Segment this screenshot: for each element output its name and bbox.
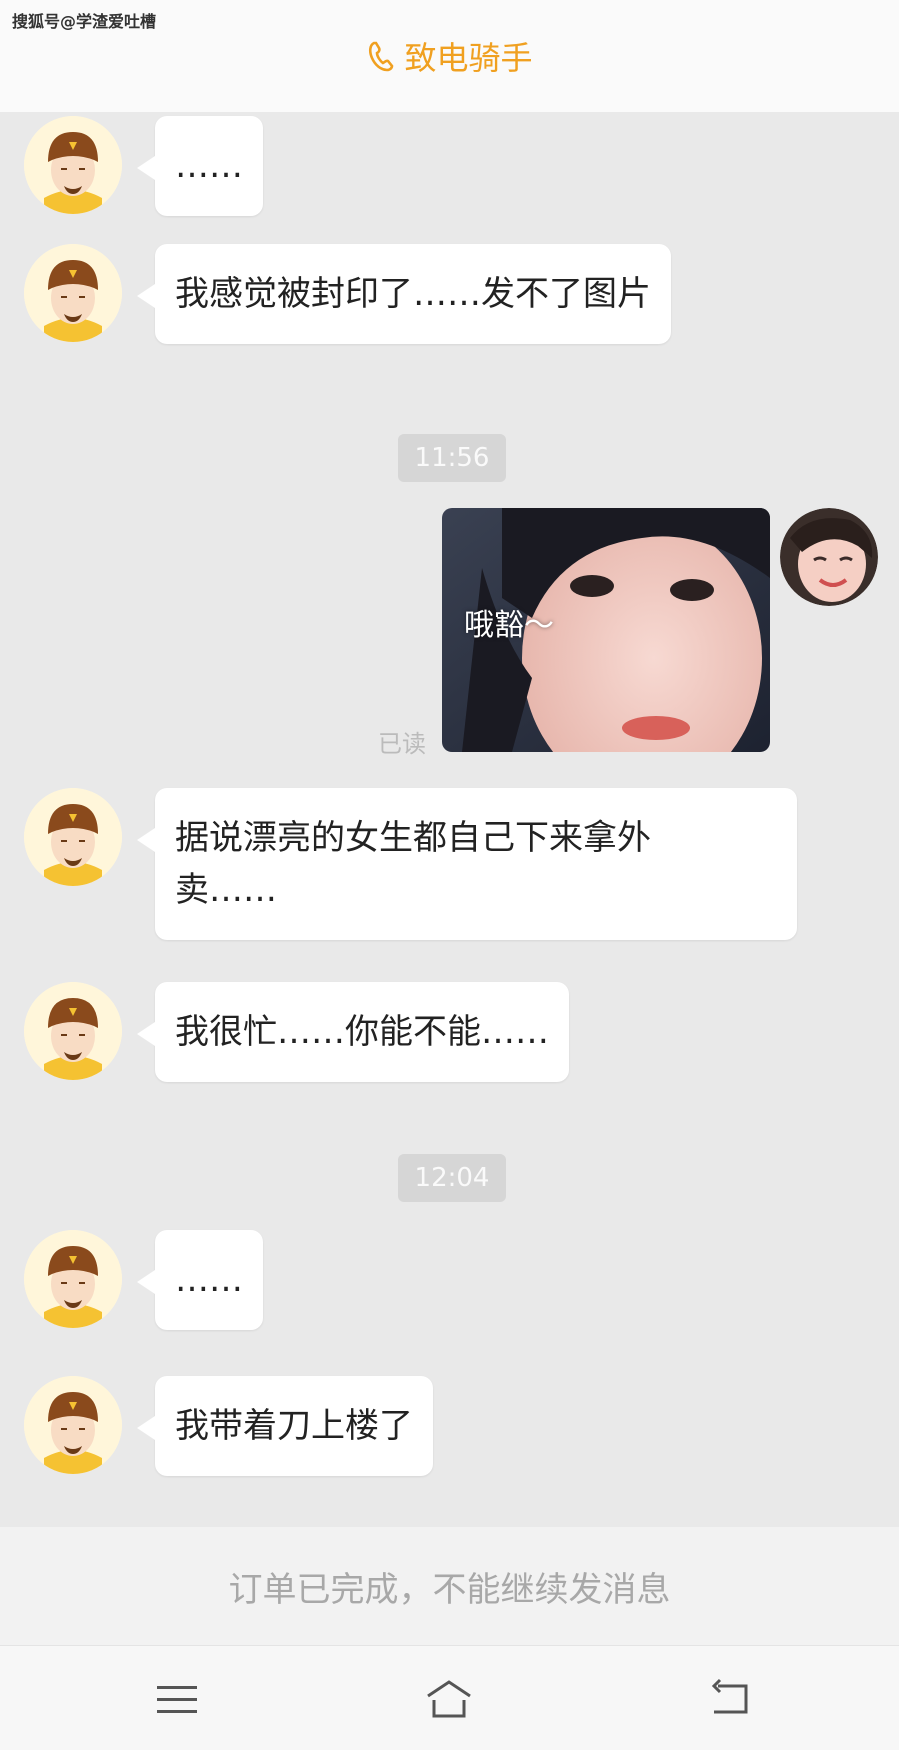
photo-caption: 哦豁～	[464, 608, 554, 643]
timestamp: 12:04	[398, 1154, 506, 1202]
user-face-icon	[780, 508, 878, 606]
message-bubble[interactable]: 我感觉被封印了……发不了图片	[137, 244, 671, 344]
rider-face-icon	[24, 244, 122, 342]
rider-avatar[interactable]	[24, 788, 122, 886]
menu-icon[interactable]	[152, 1674, 202, 1724]
rider-avatar[interactable]	[24, 982, 122, 1080]
message-text: ……	[175, 1260, 243, 1300]
rider-avatar[interactable]	[24, 1376, 122, 1474]
rider-face-icon	[24, 1376, 122, 1474]
order-complete-notice: 订单已完成，不能继续发消息	[0, 1527, 899, 1645]
system-navbar	[0, 1645, 899, 1750]
message-bubble[interactable]: ……	[137, 116, 263, 216]
timestamp: 11:56	[398, 434, 506, 482]
call-rider-button[interactable]: 致电骑手	[366, 33, 533, 79]
rider-avatar[interactable]	[24, 244, 122, 342]
back-icon[interactable]	[704, 1674, 754, 1724]
sent-photo[interactable]: 哦豁～	[442, 508, 770, 752]
message-text: ……	[175, 146, 243, 186]
rider-face-icon	[24, 116, 122, 214]
phone-icon	[369, 41, 394, 72]
read-status: 已读	[378, 730, 426, 758]
message-text: 我带着刀上楼了	[175, 1406, 413, 1446]
rider-avatar[interactable]	[24, 116, 122, 214]
rider-face-icon	[24, 982, 122, 1080]
message-text-line: 卖……	[175, 870, 277, 910]
message-text: 我感觉被封印了……发不了图片	[175, 274, 651, 314]
rider-avatar[interactable]	[24, 1230, 122, 1328]
message-text: 我很忙……你能不能……	[175, 1012, 549, 1052]
message-text-line: 据说漂亮的女生都自己下来拿外	[175, 818, 651, 858]
message-bubble[interactable]: 我带着刀上楼了	[137, 1376, 433, 1476]
message-bubble[interactable]: 据说漂亮的女生都自己下来拿外 卖……	[137, 788, 797, 940]
self-avatar[interactable]	[780, 508, 878, 606]
message-bubble[interactable]: 我很忙……你能不能……	[137, 982, 569, 1082]
chat-area[interactable]: …… 我感觉被封印了……发不了图片 11:56 哦豁～ 已读 据说漂亮的女生都自…	[0, 112, 899, 1527]
home-icon[interactable]	[424, 1674, 474, 1724]
rider-face-icon	[24, 1230, 122, 1328]
rider-face-icon	[24, 788, 122, 886]
message-bubble[interactable]: ……	[137, 1230, 263, 1330]
header-title: 致电骑手	[404, 39, 533, 77]
watermark: 搜狐号@学渣爱吐槽	[12, 12, 157, 31]
